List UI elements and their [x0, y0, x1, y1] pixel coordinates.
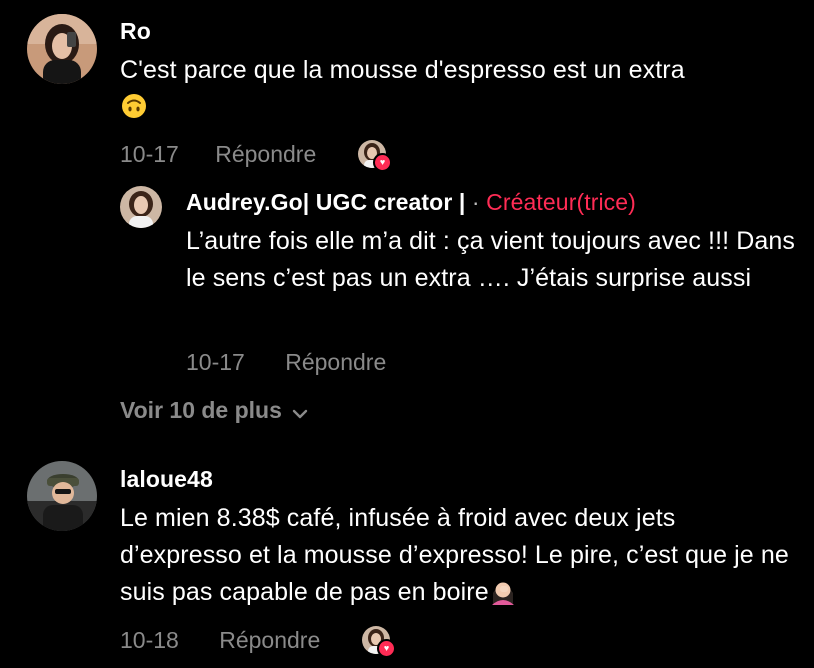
comment-username[interactable]: laloue48	[120, 466, 213, 493]
comment-meta: 10-17 Répondre	[120, 141, 316, 168]
avatar[interactable]	[27, 461, 97, 531]
woman-facepalming-emoji	[491, 582, 514, 605]
upside-down-face-emoji	[122, 94, 146, 118]
heart-icon: ♥	[377, 639, 396, 658]
avatar[interactable]	[27, 14, 97, 84]
reply-button[interactable]: Répondre	[215, 141, 316, 167]
comments-panel: Ro C'est parce que la mousse d'espresso …	[0, 0, 814, 668]
view-more-replies-button[interactable]: Voir 10 de plus	[120, 397, 308, 425]
comment-meta: 10-18 Répondre	[120, 627, 320, 654]
comment-text: Le mien 8.38$ café, infusée à froid avec…	[120, 500, 792, 611]
comment-text: C'est parce que la mousse d'espresso est…	[120, 52, 800, 126]
separator: ·	[471, 189, 480, 215]
comment-date: 10-17	[120, 141, 179, 167]
reply-button[interactable]: Répondre	[219, 627, 320, 653]
reply-date: 10-17	[186, 349, 245, 375]
view-more-label: Voir 10 de plus	[120, 397, 282, 423]
heart-icon: ♥	[373, 153, 392, 172]
comment-text-body: Le mien 8.38$ café, infusée à froid avec…	[120, 504, 789, 606]
reply-button[interactable]: Répondre	[285, 349, 386, 375]
chevron-down-icon	[292, 398, 308, 425]
comment-date: 10-18	[120, 627, 179, 653]
creator-liked-badge: ♥	[362, 626, 396, 658]
creator-badge: Créateur(trice)	[486, 189, 636, 215]
comment-username[interactable]: Ro	[120, 18, 151, 45]
reply-meta: 10-17 Répondre	[186, 349, 386, 376]
comment-text-body: C'est parce que la mousse d'espresso est…	[120, 56, 685, 84]
creator-liked-badge: ♥	[358, 140, 392, 172]
reply-username[interactable]: Audrey.Go| UGC creator |	[186, 189, 465, 215]
reply-text: L’autre fois elle m’a dit : ça vient tou…	[186, 227, 795, 292]
reply-avatar[interactable]	[120, 186, 162, 228]
reply-header: Audrey.Go| UGC creator | · Créateur(tric…	[186, 189, 636, 216]
